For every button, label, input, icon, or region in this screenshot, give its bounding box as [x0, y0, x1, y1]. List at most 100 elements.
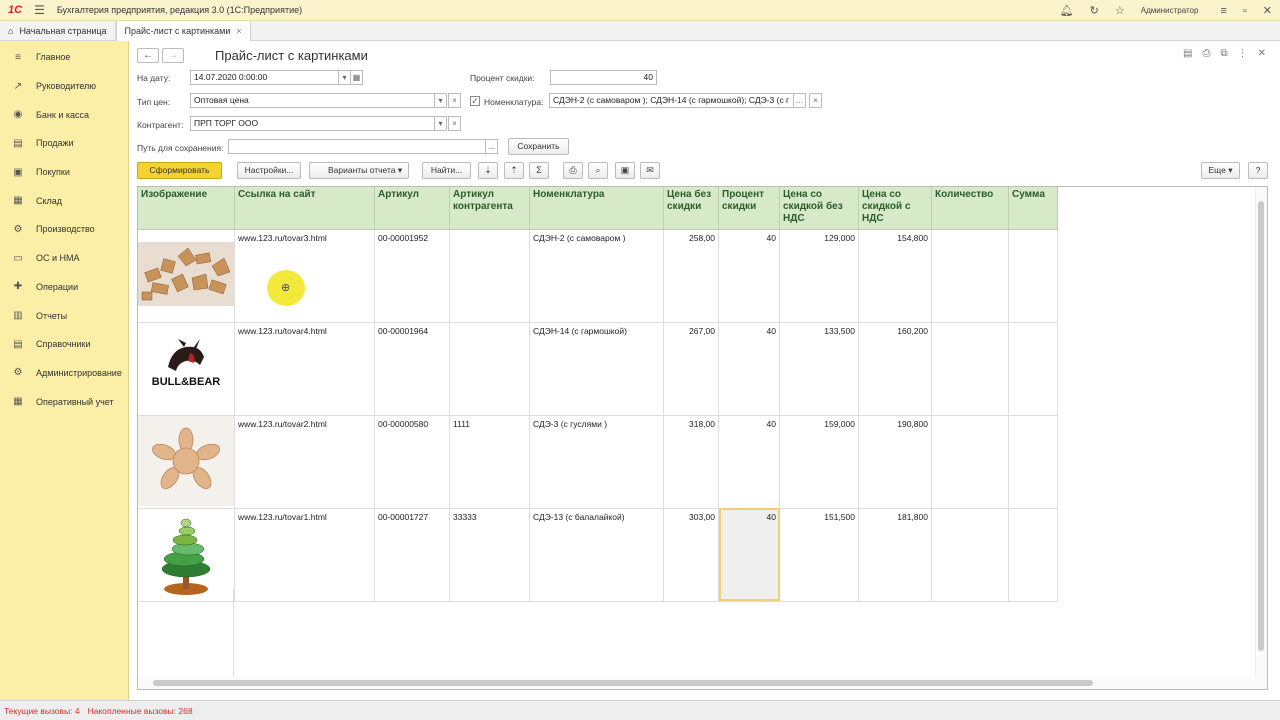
name-cell[interactable]: СДЭ-3 (с гуслями ) — [529, 415, 664, 509]
article-cell[interactable]: 00-00001964 — [374, 322, 450, 416]
name-cell[interactable]: СДЭН-14 (с гармошкой) — [529, 322, 664, 416]
qty-cell[interactable] — [931, 415, 1009, 509]
supplier-article-cell[interactable] — [449, 322, 530, 416]
column-header[interactable]: Артикул контрагента — [449, 187, 530, 230]
sidebar-item-operational[interactable]: ▦ Оперативный учет — [0, 387, 128, 416]
name-cell[interactable]: СДЭ-13 (с балалайкой) — [529, 508, 664, 602]
user-name[interactable]: Администратор — [1141, 6, 1199, 15]
save-path-field[interactable] — [228, 139, 486, 154]
supplier-article-cell[interactable]: 1111 — [449, 415, 530, 509]
print-button-icon[interactable]: ⎙ — [563, 162, 583, 179]
sum-cell[interactable] — [1008, 322, 1058, 416]
minimize-icon[interactable]: ▫ — [1243, 5, 1247, 17]
counterparty-field[interactable]: ПРП ТОРГ ООО — [190, 116, 435, 131]
nomenclature-checkbox[interactable]: ✓ — [470, 96, 480, 106]
product-image-cell[interactable] — [138, 508, 235, 602]
price-cell[interactable]: 318,00 — [663, 415, 719, 509]
price-type-clear-button[interactable]: × — [448, 93, 461, 108]
nomenclature-select-button[interactable]: … — [793, 93, 806, 108]
sum-cell[interactable] — [1008, 229, 1058, 323]
history-icon[interactable]: ↻ — [1090, 4, 1099, 17]
sidebar-item-warehouse[interactable]: ▦ Склад — [0, 186, 128, 215]
save-disk-icon[interactable]: ▣ — [615, 162, 635, 179]
price-cell[interactable]: 303,00 — [663, 508, 719, 602]
save-path-browse-button[interactable]: … — [485, 139, 498, 154]
column-header[interactable]: Сумма — [1008, 187, 1058, 230]
vertical-scroll-thumb[interactable] — [1258, 201, 1264, 651]
main-menu-icon[interactable]: ☰ — [34, 3, 45, 17]
article-cell[interactable]: 00-00001952 — [374, 229, 450, 323]
bell-icon[interactable]: 🔔︎ — [1060, 4, 1074, 17]
star-icon[interactable]: ☆ — [1115, 4, 1125, 17]
find-button[interactable]: Найти... — [422, 162, 471, 179]
product-image-cell[interactable] — [138, 415, 235, 509]
close-icon[interactable]: ✕ — [1263, 4, 1272, 17]
url-cell[interactable]: www.123.ru/tovar2.html — [234, 415, 375, 509]
discount-cell[interactable]: 40 — [718, 415, 780, 509]
price-vat-cell[interactable]: 160,200 — [858, 322, 932, 416]
sum-cell[interactable] — [1008, 415, 1058, 509]
product-image-cell[interactable]: BULL&BEAR — [138, 322, 235, 416]
article-cell[interactable]: 00-00001727 — [374, 508, 450, 602]
report-variants-button[interactable]: Варианты отчета ▾ — [309, 162, 409, 179]
sidebar-item-production[interactable]: ⚙ Производство — [0, 215, 128, 244]
save-icon[interactable]: ▤ — [1183, 48, 1192, 59]
more-button[interactable]: Еще ▾ — [1201, 162, 1240, 179]
close-form-icon[interactable]: ✕ — [1258, 48, 1266, 59]
supplier-article-cell[interactable] — [449, 229, 530, 323]
column-header[interactable]: Процент скидки — [718, 187, 780, 230]
sidebar-item-manager[interactable]: ↗ Руководителю — [0, 72, 128, 101]
url-cell[interactable]: www.123.ru/tovar1.html — [234, 508, 375, 602]
tab-price-list[interactable]: Прайс-лист с картинками × — [115, 21, 251, 41]
price-vat-cell[interactable]: 181,800 — [858, 508, 932, 602]
qty-cell[interactable] — [931, 508, 1009, 602]
column-header[interactable]: Изображение — [138, 187, 235, 230]
product-image-cell[interactable] — [138, 229, 235, 323]
attach-icon[interactable]: ⧉ — [1220, 48, 1227, 59]
supplier-article-cell[interactable]: 33333 — [449, 508, 530, 602]
article-cell[interactable]: 00-00000580 — [374, 415, 450, 509]
url-cell[interactable]: www.123.ru/tovar4.html — [234, 322, 375, 416]
report-grid[interactable]: Изображение Ссылка на сайт Артикул Артик… — [137, 186, 1268, 690]
nomenclature-field[interactable]: СДЭН-2 (с самоваром ); СДЭН-14 (с гармош… — [549, 93, 794, 108]
column-header[interactable]: Цена со скидкой без НДС — [779, 187, 859, 230]
column-header[interactable]: Ссылка на сайт — [234, 187, 375, 230]
discount-cell[interactable]: 40 — [718, 322, 780, 416]
price-vat-cell[interactable]: 190,800 — [858, 415, 932, 509]
counterparty-dropdown-button[interactable]: ▾ — [434, 116, 447, 131]
date-field[interactable]: 14.07.2020 0:00:00 — [190, 70, 339, 85]
sidebar-item-purchases[interactable]: ▣ Покупки — [0, 158, 128, 187]
price-no-vat-cell[interactable]: 129,000 — [779, 229, 859, 323]
url-cell[interactable]: www.123.ru/tovar3.html — [234, 229, 375, 323]
tab-home[interactable]: ⌂ Начальная страница — [0, 21, 116, 41]
sidebar-item-operations[interactable]: ✚ Операции — [0, 273, 128, 302]
qty-cell[interactable] — [931, 229, 1009, 323]
discount-cell[interactable]: 40 — [718, 229, 780, 323]
sum-icon[interactable]: Σ — [529, 162, 549, 179]
expand-groups-icon[interactable]: ⇣ — [478, 162, 498, 179]
settings-button[interactable]: Настройки... — [237, 162, 301, 179]
column-header[interactable]: Количество — [931, 187, 1009, 230]
table-row[interactable]: www.123.ru/tovar1.html 00-00001727 33333… — [138, 508, 1058, 602]
preview-icon[interactable]: ⌕ — [588, 162, 608, 179]
calendar-icon[interactable]: ▦ — [350, 70, 363, 85]
forward-button[interactable]: → — [162, 48, 184, 63]
price-cell[interactable]: 258,00 — [663, 229, 719, 323]
horizontal-scrollbar[interactable] — [138, 677, 1267, 689]
sidebar-item-bank[interactable]: ◉ Банк и касса — [0, 100, 128, 129]
mail-icon[interactable]: ✉ — [640, 162, 660, 179]
collapse-groups-icon[interactable]: ⇡ — [504, 162, 524, 179]
tab-close-icon[interactable]: × — [236, 26, 241, 36]
sidebar-item-directories[interactable]: ▤ Справочники — [0, 330, 128, 359]
vertical-scrollbar[interactable] — [1255, 187, 1267, 689]
table-row[interactable]: BULL&BEAR www.123.ru/tovar4.html 00-0000… — [138, 322, 1058, 416]
more-vert-icon[interactable]: ⋮ — [1238, 48, 1248, 59]
column-header[interactable]: Цена со скидкой с НДС — [858, 187, 932, 230]
price-type-field[interactable]: Оптовая цена — [190, 93, 435, 108]
price-no-vat-cell[interactable]: 159,000 — [779, 415, 859, 509]
sidebar-item-main[interactable]: ≡ Главное — [0, 43, 128, 72]
price-vat-cell[interactable]: 154,800 — [858, 229, 932, 323]
horizontal-scroll-thumb[interactable] — [153, 680, 1093, 686]
generate-button[interactable]: Сформировать — [137, 162, 222, 179]
price-cell[interactable]: 267,00 — [663, 322, 719, 416]
